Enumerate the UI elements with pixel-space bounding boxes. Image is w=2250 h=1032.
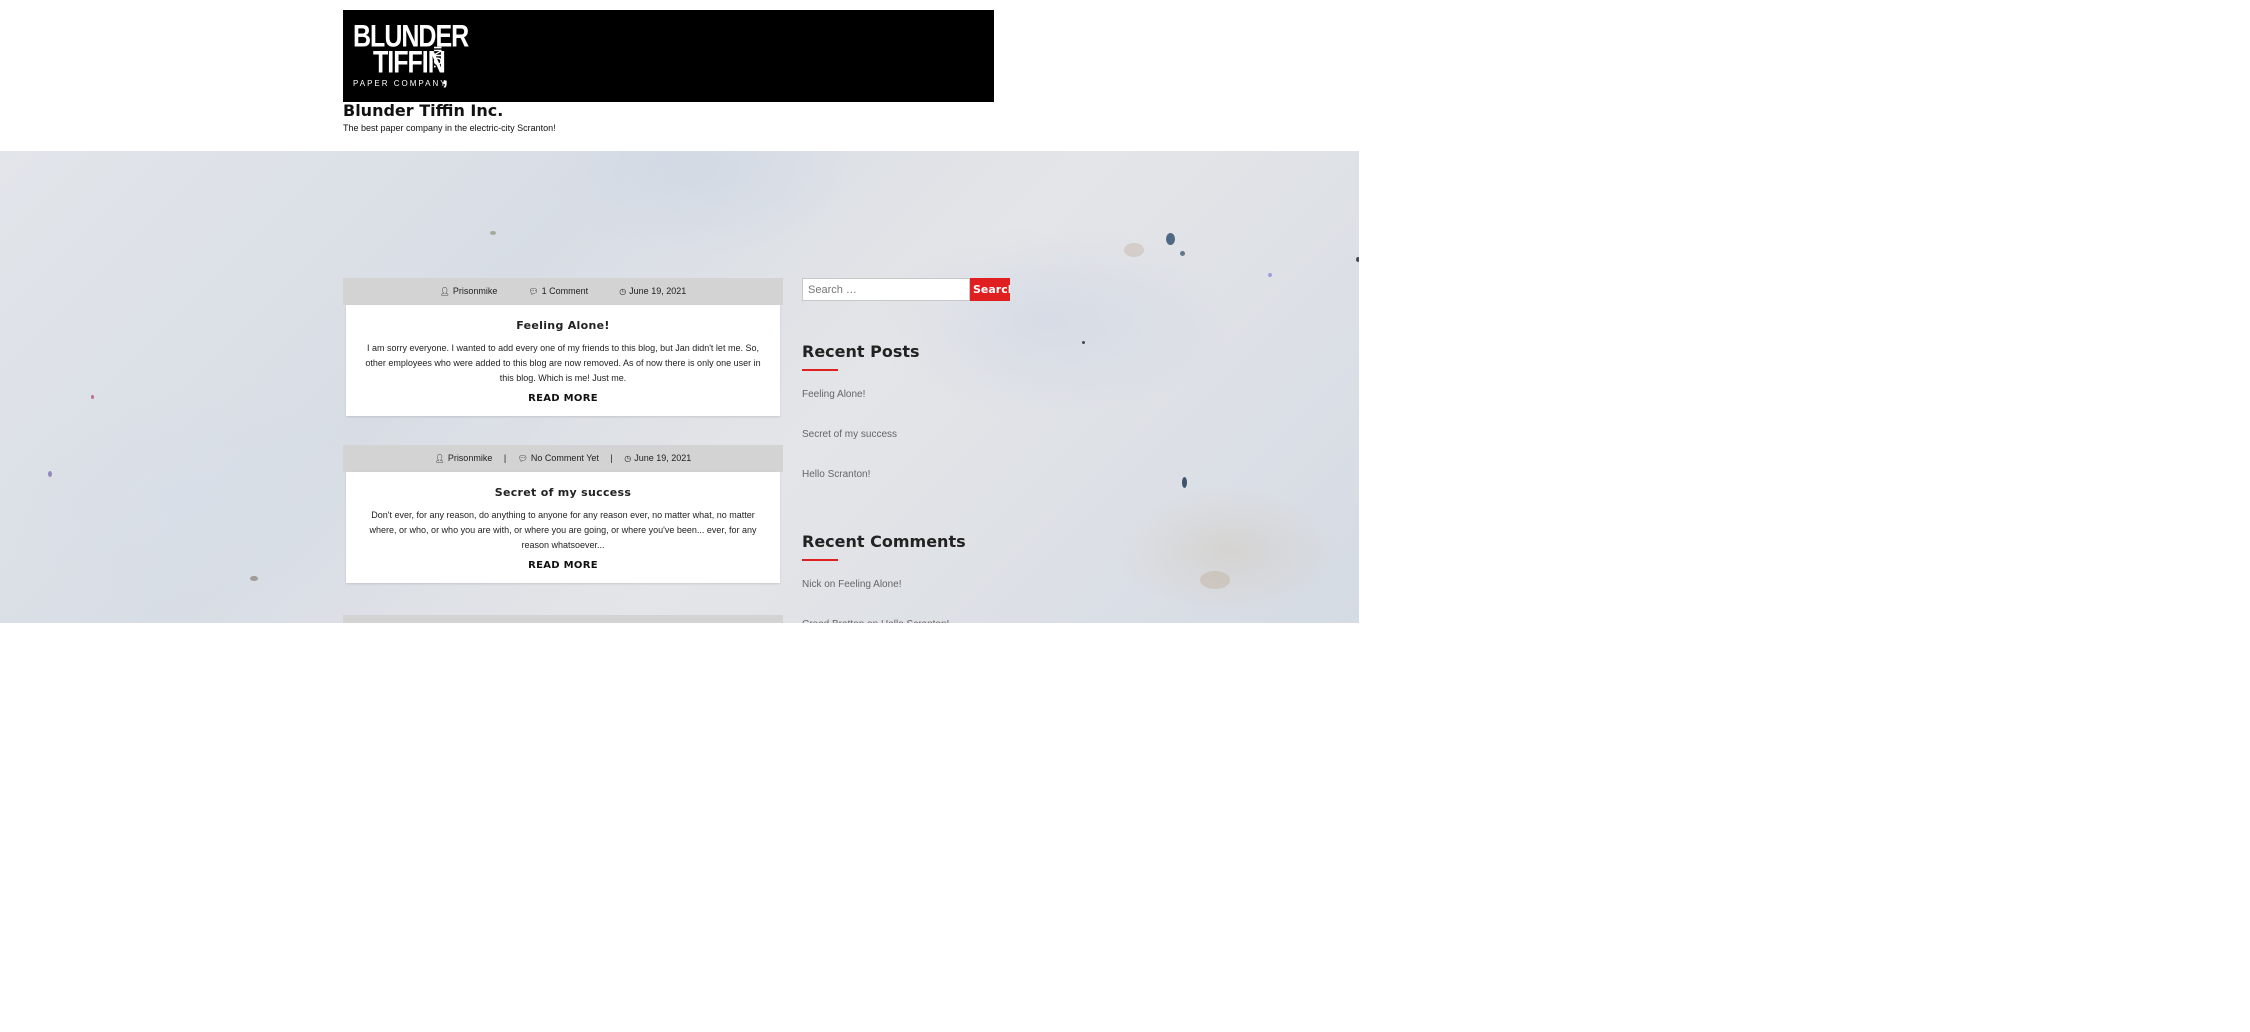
read-more-link[interactable]: READ MORE (528, 393, 598, 404)
post-meta: 👤︎ Prisonmike 💬︎ 1 Comment ◷ June 19, 2021 (343, 278, 783, 305)
logo-line-3: PAPER COMPANY (353, 79, 448, 88)
site-tagline: The best paper company in the electric-c… (343, 123, 556, 133)
author-link[interactable]: 👤︎ Prisonmike (435, 445, 493, 472)
post-meta: 👤︎ Prisonmike | 💬︎ No Comment Yet | ◷ June … (343, 445, 783, 472)
comment-post-link[interactable]: Feeling Alone! (838, 579, 901, 590)
search-input[interactable] (802, 278, 970, 301)
recent-posts-title: Recent Posts (802, 342, 920, 361)
meta-separator: | (503, 453, 507, 463)
comment-on-text: on (824, 579, 836, 590)
comments-link[interactable]: 💬︎ No Comment Yet (518, 445, 599, 472)
title-underline (802, 559, 838, 561)
date-link[interactable]: ◷ June 19, 2021 (619, 278, 686, 305)
post-title[interactable]: Secret of my success (360, 486, 766, 499)
post-title[interactable]: Feeling Alone! (360, 319, 766, 332)
post-card: 👤︎ Prisonmike | 💬︎ No Comment Yet | ◷ June … (343, 445, 783, 583)
post-body: Secret of my success Don't ever, for any… (346, 472, 780, 583)
post-body: Feeling Alone! I am sorry everyone. I wa… (346, 305, 780, 416)
comments-icon: 💬︎ (528, 287, 539, 296)
recent-comments-title: Recent Comments (802, 532, 966, 551)
recent-post-link[interactable]: Secret of my success (802, 429, 897, 440)
meta-separator: | (610, 453, 613, 463)
post-card: 👤︎ Prisonmike 💬︎ 1 Comment ◷ June 19, 2021 … (343, 278, 783, 416)
site-logo[interactable]: BLUNDER TIFFIN , INC. PAPER COMPANY (343, 10, 994, 102)
comments-icon: 💬︎ (517, 454, 528, 463)
clock-icon: ◷ (619, 287, 627, 296)
recent-comment-item: Nick on Feeling Alone! (802, 579, 902, 590)
post-excerpt: Don't ever, for any reason, do anything … (369, 510, 757, 550)
comments-link[interactable]: 💬︎ 1 Comment (528, 278, 588, 305)
next-post-meta-edge (343, 615, 783, 623)
read-more-link[interactable]: READ MORE (528, 560, 598, 571)
comment-author-link[interactable]: Nick (802, 579, 821, 590)
logo-suffix: INC. (431, 46, 443, 68)
title-underline (802, 369, 838, 371)
author-link[interactable]: 👤︎ Prisonmike (440, 278, 498, 305)
date-link[interactable]: ◷ June 19, 2021 (624, 445, 691, 472)
recent-post-link[interactable]: Hello Scranton! (802, 469, 870, 480)
search-button[interactable]: Search (970, 278, 1010, 301)
post-excerpt: I am sorry everyone. I wanted to add eve… (365, 343, 761, 383)
site-title[interactable]: Blunder Tiffin Inc. (343, 101, 503, 120)
user-icon: 👤︎ (439, 287, 450, 296)
clock-icon: ◷ (624, 454, 632, 463)
user-icon: 👤︎ (434, 454, 445, 463)
page-blank-area (0, 623, 2250, 1032)
recent-post-link[interactable]: Feeling Alone! (802, 389, 865, 400)
